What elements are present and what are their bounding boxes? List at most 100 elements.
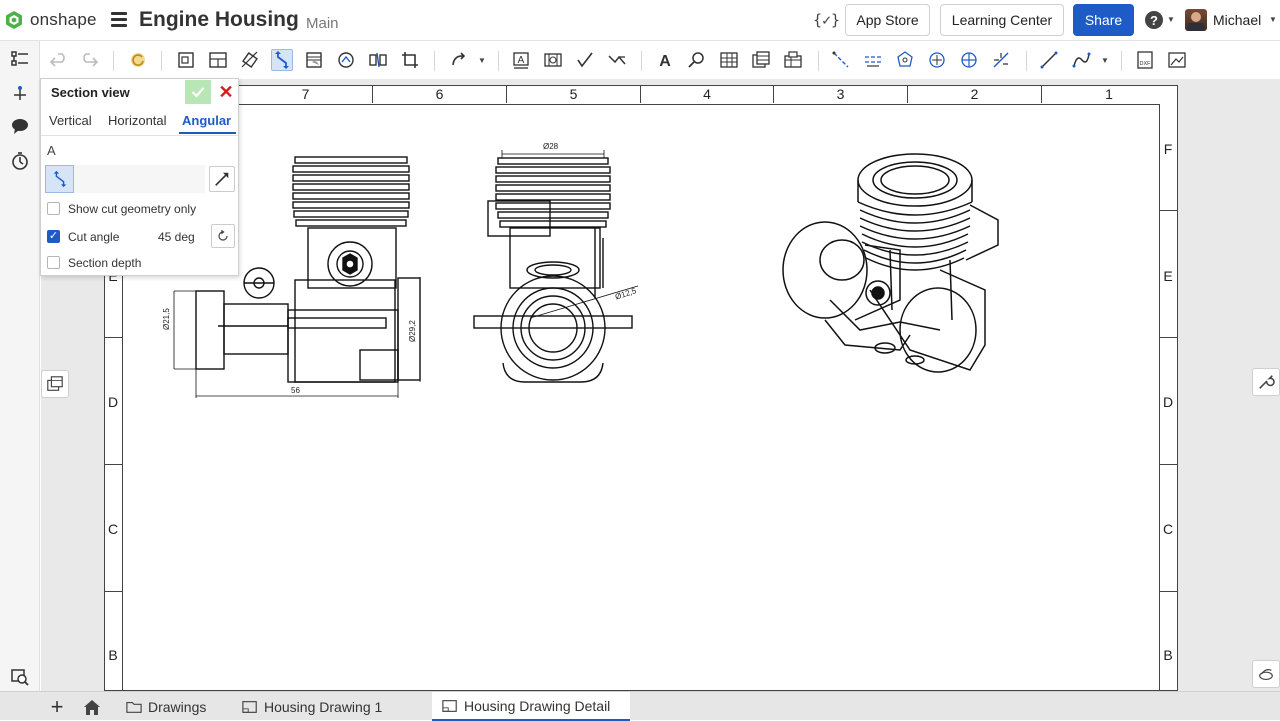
tab-horizontal[interactable]: Horizontal	[108, 113, 167, 128]
tab-vertical[interactable]: Vertical	[49, 113, 92, 128]
tab-drawings[interactable]: Drawings	[118, 692, 222, 721]
share-button[interactable]: Share	[1073, 4, 1134, 36]
flip-direction-button[interactable]	[209, 166, 235, 192]
search-tools-icon[interactable]	[8, 665, 32, 689]
hole-table-icon[interactable]	[782, 49, 804, 71]
tab-label: Housing Drawing Detail	[464, 697, 611, 714]
comments-icon[interactable]	[8, 114, 32, 138]
sketch-spline-icon[interactable]	[1070, 49, 1092, 71]
detail-view-icon[interactable]	[335, 49, 357, 71]
inspection-icon[interactable]	[686, 49, 708, 71]
sheet-overview-icon[interactable]	[41, 370, 69, 398]
onshape-logo-icon[interactable]	[4, 10, 24, 30]
learning-center-button[interactable]: Learning Center	[940, 4, 1064, 36]
center-mark-pattern-icon[interactable]	[862, 49, 884, 71]
sketch-line-icon[interactable]	[1038, 49, 1060, 71]
cut-angle-checkbox[interactable]: ✓	[47, 230, 60, 243]
export-dxf-icon[interactable]: DXF	[1134, 49, 1156, 71]
main-menu-button[interactable]	[111, 12, 127, 28]
workspace-branch[interactable]: Main	[306, 15, 339, 32]
svg-text:DXF: DXF	[1140, 61, 1152, 67]
tab-housing-drawing-1[interactable]: Housing Drawing 1	[232, 692, 426, 721]
tab-housing-drawing-detail[interactable]: Housing Drawing Detail	[432, 692, 630, 721]
dimension-left-diameter[interactable]: Ø21,5	[162, 308, 171, 330]
home-button[interactable]	[80, 692, 104, 721]
auxiliary-view-icon[interactable]	[239, 49, 261, 71]
section-view-icon[interactable]	[271, 49, 293, 71]
confirm-button[interactable]	[185, 80, 211, 104]
bottom-tab-bar: + Drawings Housing Drawing 1 Housing Dra…	[0, 691, 1280, 721]
zone-label-6: 6	[373, 85, 507, 103]
thread-icon[interactable]	[990, 49, 1012, 71]
folder-icon	[126, 701, 142, 713]
user-name[interactable]: Michael	[1213, 12, 1261, 28]
section-depth-checkbox[interactable]	[47, 256, 60, 269]
weld-symbol-icon[interactable]	[606, 49, 628, 71]
table-icon[interactable]	[718, 49, 740, 71]
drawing-properties-icon[interactable]	[1252, 660, 1280, 688]
flip-arrow-icon	[215, 172, 229, 186]
variable-studio-icon[interactable]: {✓}	[813, 11, 840, 29]
front-view-drawing[interactable]	[470, 138, 640, 388]
sketch-dropdown-icon[interactable]: ▼	[1101, 56, 1109, 65]
text-icon[interactable]: A	[654, 49, 676, 71]
zone-label-right-c: C	[1162, 521, 1174, 537]
break-view-icon[interactable]	[367, 49, 389, 71]
center-point-icon[interactable]	[958, 49, 980, 71]
line-tool-dropdown-icon[interactable]: ▼	[478, 56, 486, 65]
export-image-icon[interactable]	[1166, 49, 1188, 71]
drawing-icon	[442, 699, 457, 712]
dimension-right-diameter[interactable]: Ø29,2	[408, 320, 417, 342]
bolt-circle-icon[interactable]	[894, 49, 916, 71]
insert-view-icon[interactable]	[175, 49, 197, 71]
redo-icon[interactable]	[78, 49, 100, 71]
broken-out-section-icon[interactable]	[303, 49, 325, 71]
zone-label-right-d: D	[1162, 394, 1174, 410]
line-tool-icon[interactable]	[448, 49, 470, 71]
bom-table-icon[interactable]	[750, 49, 772, 71]
feature-list-icon[interactable]	[8, 47, 32, 71]
note-icon[interactable]: A	[510, 49, 532, 71]
help-icon[interactable]: ?	[1145, 11, 1163, 29]
checkmark-icon	[191, 87, 205, 98]
center-mark-icon[interactable]	[926, 49, 948, 71]
avatar[interactable]	[1185, 9, 1207, 31]
crop-view-icon[interactable]	[399, 49, 421, 71]
projected-view-icon[interactable]	[207, 49, 229, 71]
document-title[interactable]: Engine Housing	[139, 8, 299, 32]
help-dropdown-icon[interactable]: ▼	[1167, 15, 1175, 24]
callout-icon[interactable]	[542, 49, 564, 71]
add-tab-button[interactable]: +	[46, 692, 68, 721]
wrench-icon[interactable]	[1252, 368, 1280, 396]
user-menu-dropdown-icon[interactable]: ▼	[1269, 15, 1277, 24]
section-view-dialog: Section view ✕ Vertical Horizontal Angul…	[40, 78, 239, 276]
regenerate-icon[interactable]	[127, 49, 149, 71]
svg-text:A: A	[659, 53, 671, 70]
section-line-select-button[interactable]	[45, 165, 74, 193]
cut-angle-input[interactable]: 45 deg	[158, 230, 195, 244]
show-cut-geometry-checkbox[interactable]	[47, 202, 60, 215]
drawing-toolbar: ▼ A A ▼ DXF	[40, 41, 1280, 79]
left-rail	[0, 41, 40, 691]
reset-angle-button[interactable]	[211, 224, 235, 248]
insert-part-icon[interactable]	[8, 81, 32, 105]
sheet-top-inner-border	[123, 104, 1159, 105]
undo-icon[interactable]	[48, 49, 70, 71]
close-icon: ✕	[218, 81, 234, 102]
surface-finish-icon[interactable]	[574, 49, 596, 71]
isometric-view-drawing[interactable]	[770, 150, 1010, 410]
home-icon	[84, 699, 100, 715]
dimension-length[interactable]: 56	[291, 386, 300, 395]
app-store-button[interactable]: App Store	[845, 4, 930, 36]
history-icon[interactable]	[8, 149, 32, 173]
zone-label-1: 1	[1105, 86, 1113, 102]
centerline-icon[interactable]	[830, 49, 852, 71]
close-button[interactable]: ✕	[216, 82, 236, 102]
zone-label-4: 4	[641, 85, 774, 103]
dimension-bore-width[interactable]: Ø28	[543, 142, 558, 151]
tab-angular[interactable]: Angular	[182, 113, 231, 128]
section-label: A	[47, 143, 56, 158]
tab-label: Housing Drawing 1	[264, 698, 383, 715]
brand-name: onshape	[30, 10, 97, 29]
section-line-selection-field[interactable]	[74, 165, 205, 193]
